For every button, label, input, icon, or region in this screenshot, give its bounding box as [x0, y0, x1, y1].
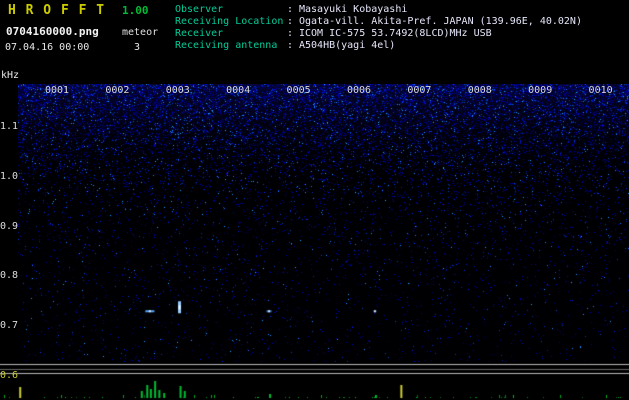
mode-label: meteor	[122, 27, 159, 38]
freq-tick-label: 0.8	[0, 270, 19, 282]
echo-count-label: 3	[134, 42, 141, 53]
info-row: Observer: Masayuki Kobayashi	[175, 4, 582, 16]
info-value: Masayuki Kobayashi	[299, 4, 408, 15]
info-label: Receiving antenna	[175, 40, 278, 51]
info-value: Ogata-vill. Akita-Pref. JAPAN (139.96E, …	[299, 16, 582, 27]
info-separator: :	[287, 16, 294, 27]
freq-tick-label: 0.7	[0, 320, 19, 332]
info-label: Receiver	[175, 28, 224, 39]
freq-tick-label: 0.9	[0, 220, 19, 232]
observation-datetime-label: 07.04.16 00:00	[5, 42, 90, 53]
info-row: Receiving Location: Ogata-vill. Akita-Pre…	[175, 16, 582, 28]
receiver-info-block: Observer: Masayuki Kobayashi Receiving Loc…	[175, 4, 582, 52]
info-label: Observer	[175, 4, 224, 15]
spectrogram-canvas	[18, 84, 629, 362]
level-strip-canvas	[0, 362, 629, 400]
freq-axis-unit-label: kHz	[1, 70, 20, 81]
hrofft-output-screen: H R O F F T 1.00 0704160000.png meteor 0…	[0, 0, 629, 400]
output-filename-label: 0704160000.png	[6, 25, 99, 38]
app-version-label: 1.00	[122, 4, 149, 17]
info-value: A504HB(yagi 4el)	[299, 40, 396, 51]
app-title: H R O F F T	[8, 3, 106, 18]
freq-tick-label: 1.1	[0, 121, 19, 132]
info-value: ICOM IC-575 53.7492(8LCD)MHz USB	[299, 28, 492, 39]
info-label: Receiving Location	[175, 16, 284, 27]
info-separator: :	[287, 28, 294, 39]
info-row: Receiving antenna: A504HB(yagi 4el)	[175, 40, 582, 52]
info-separator: :	[287, 4, 294, 15]
freq-tick-label: 1.0	[0, 170, 19, 182]
info-row: Receiver: ICOM IC-575 53.7492(8LCD)MHz US…	[175, 28, 582, 40]
info-separator: :	[287, 40, 294, 51]
